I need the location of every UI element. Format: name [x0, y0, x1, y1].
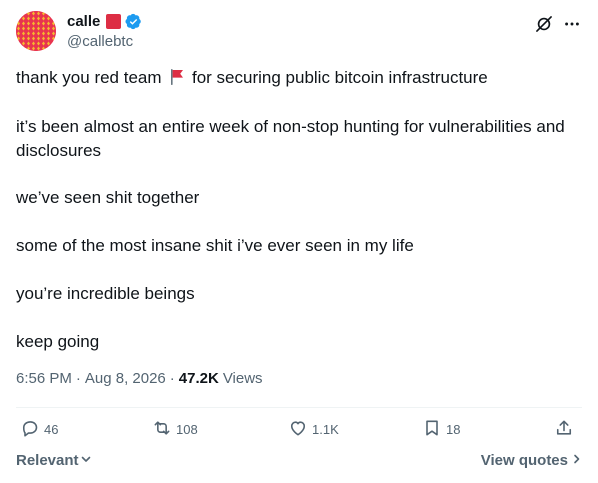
view-quotes-label: View quotes — [480, 452, 568, 469]
views-label: Views — [222, 370, 263, 387]
pattern-avatar-icon — [16, 11, 56, 51]
text-before-flag: thank you red team — [16, 68, 162, 87]
paragraph-5: you’re incredible beings — [16, 284, 195, 303]
reply-count: 46 — [44, 422, 59, 437]
verified-badge-icon[interactable] — [125, 13, 142, 30]
repost-count: 108 — [176, 422, 198, 437]
repost-icon — [152, 418, 172, 441]
like-button[interactable]: 1.1K — [288, 418, 339, 441]
top-actions — [534, 14, 582, 34]
sort-replies-dropdown[interactable]: Relevant — [16, 452, 92, 469]
repost-button[interactable]: 108 — [152, 418, 198, 441]
reply-icon — [20, 418, 40, 441]
paragraph-2: it’s been almost an entire week of non-s… — [16, 117, 565, 160]
bookmark-icon — [422, 418, 442, 441]
avatar[interactable] — [16, 11, 56, 51]
name-row: calle — [67, 13, 142, 30]
more-options-icon[interactable] — [562, 14, 582, 34]
paragraph-4: some of the most insane shit i’ve ever s… — [16, 236, 414, 255]
action-bar: 46 108 1.1K 18 — [16, 418, 582, 446]
paragraph-1: thank you red team for securing public b… — [16, 66, 582, 93]
chevron-down-icon — [80, 452, 92, 469]
meta-separator: · — [75, 370, 81, 387]
reply-footer: Relevant View quotes — [16, 452, 582, 474]
like-count: 1.1K — [312, 422, 339, 437]
grok-icon[interactable] — [534, 14, 554, 34]
tweet-meta: 6:56 PM · Aug 8, 2026 · 47.2K Views — [16, 370, 263, 387]
bookmark-button[interactable]: 18 — [422, 418, 460, 441]
meta-separator: · — [169, 370, 175, 387]
tweet-header: calle @callebtc — [16, 11, 582, 53]
views-count: 47.2K — [178, 370, 219, 387]
chevron-right-icon — [572, 452, 582, 469]
timestamp-time[interactable]: 6:56 PM — [16, 370, 72, 387]
text-after-flag: for securing public bitcoin infrastructu… — [192, 68, 488, 87]
divider — [16, 407, 582, 408]
tweet-card: calle @callebtc thank you red team for s… — [0, 0, 598, 483]
display-name[interactable]: calle — [67, 13, 100, 30]
timestamp-date[interactable]: Aug 8, 2026 — [85, 370, 166, 387]
red-flag-icon — [169, 68, 185, 93]
sort-label: Relevant — [16, 452, 79, 469]
reply-button[interactable]: 46 — [20, 418, 58, 441]
share-icon — [554, 418, 574, 441]
bookmark-count: 18 — [446, 422, 461, 437]
heart-icon — [288, 418, 308, 441]
paragraph-6: keep going — [16, 332, 100, 351]
paragraph-3: we’ve seen shit together — [16, 188, 200, 207]
view-quotes-link[interactable]: View quotes — [481, 452, 582, 469]
share-button[interactable] — [554, 418, 574, 441]
red-square-icon — [106, 14, 122, 29]
handle[interactable]: @callebtc — [67, 33, 133, 50]
